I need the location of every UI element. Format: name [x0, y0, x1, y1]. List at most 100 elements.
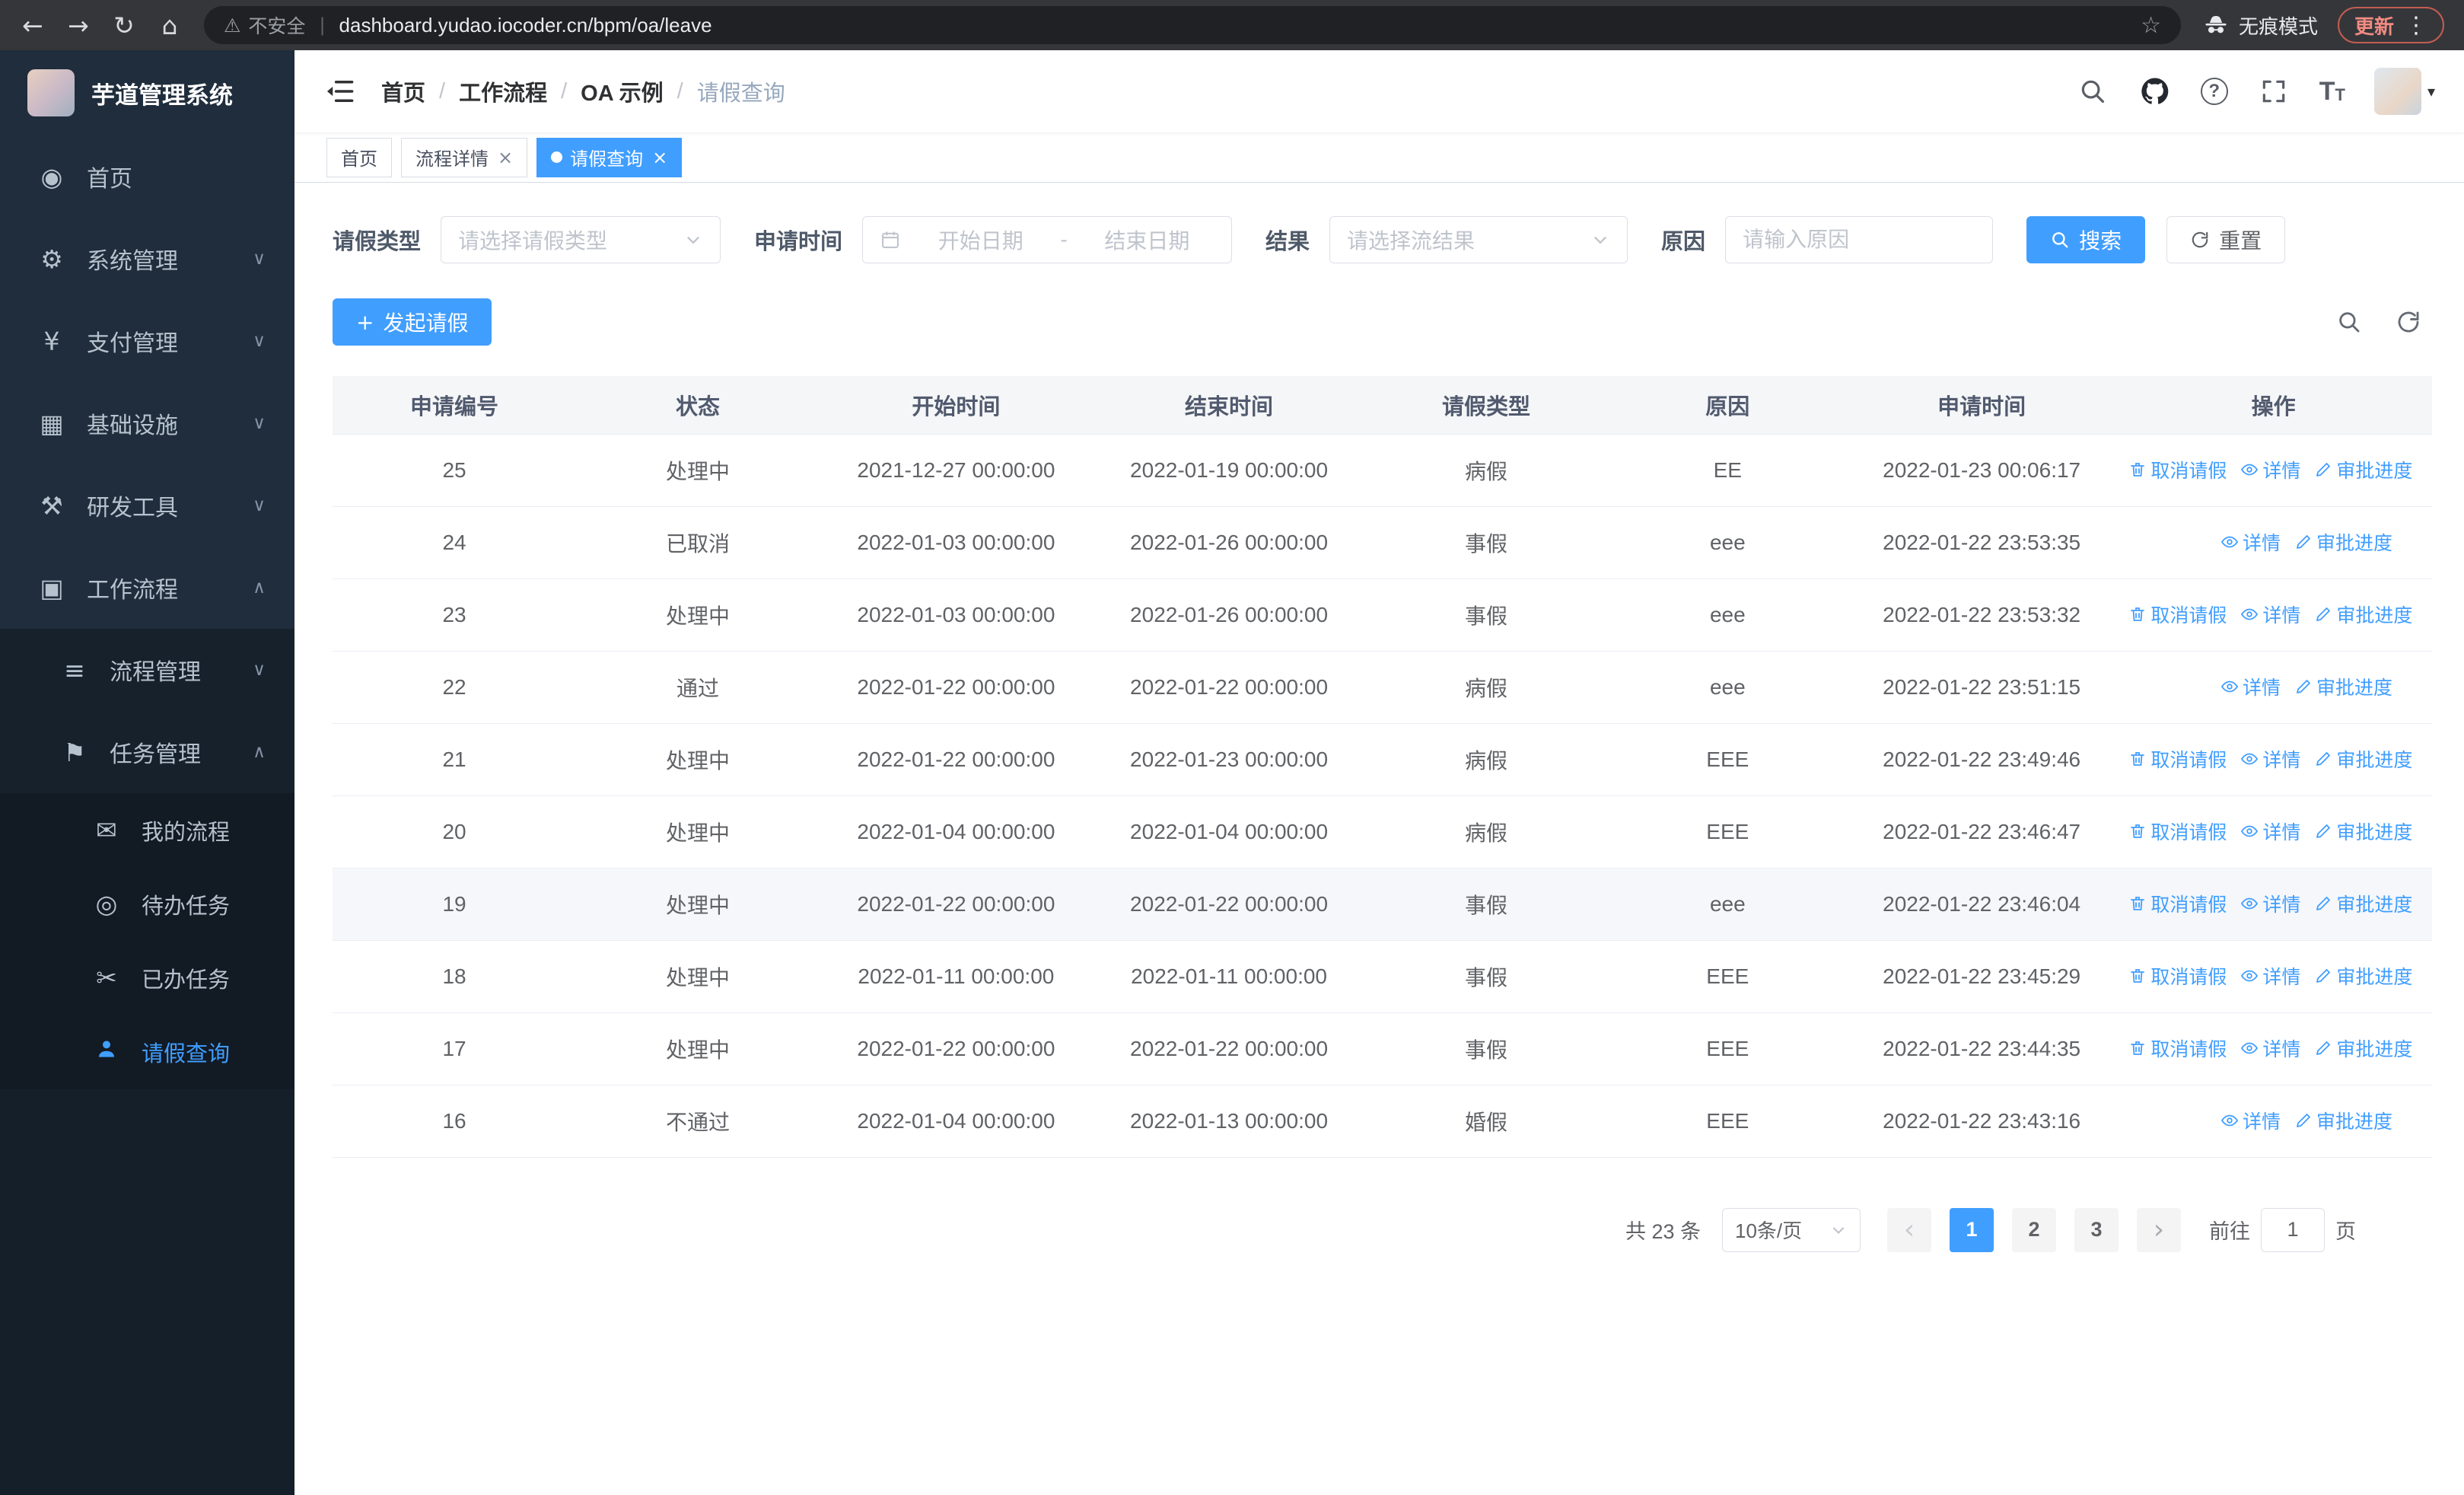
search-icon[interactable] [2076, 75, 2109, 108]
browser-reload-icon[interactable]: ↻ [103, 5, 145, 46]
create-leave-button[interactable]: + 发起请假 [333, 298, 492, 346]
browser-back-icon[interactable]: ← [12, 5, 53, 46]
browser-menu-icon[interactable]: ⋮ [2405, 12, 2427, 39]
start-date-placeholder[interactable]: 开始日期 [913, 225, 1048, 255]
sidebar-item-workflow[interactable]: ▣ 工作流程 ∧ [0, 547, 294, 629]
sidebar-item-leave-query[interactable]: 请假查询 [0, 1015, 294, 1089]
avatar[interactable] [2373, 68, 2421, 115]
eye-icon [2241, 1042, 2259, 1054]
detail-link[interactable]: 详情 [2240, 962, 2300, 990]
flag-icon: ⚑ [63, 737, 86, 767]
page-button-1[interactable]: 1 [1950, 1207, 1994, 1252]
col-status: 状态 [576, 376, 820, 435]
table-row: 18 处理中 2022-01-11 00:00:00 2022-01-11 00:00… [333, 940, 2432, 1013]
detail-link[interactable]: 详情 [2240, 1034, 2300, 1062]
collapse-sidebar-icon[interactable] [323, 75, 355, 107]
detail-link[interactable]: 详情 [2240, 745, 2300, 773]
browser-update-chip[interactable]: 更新 ⋮ [2337, 7, 2444, 43]
briefcase-icon: ▣ [40, 572, 64, 603]
cancel-leave-link[interactable]: 取消请假 [2128, 456, 2227, 483]
table-cell: eee [1606, 579, 1848, 652]
detail-link[interactable]: 详情 [2240, 890, 2300, 917]
font-size-icon[interactable]: TT [2319, 78, 2345, 104]
breadcrumb-home[interactable]: 首页 [381, 75, 425, 107]
table-cell: 2022-01-22 23:46:47 [1848, 795, 2115, 869]
cancel-leave-link[interactable]: 取消请假 [2128, 962, 2227, 990]
page-button-2[interactable]: 2 [2012, 1207, 2056, 1252]
sidebar-item-process-management[interactable]: ≡ 流程管理 ∨ [0, 629, 294, 711]
eye-icon: ◎ [95, 889, 118, 919]
close-icon[interactable]: × [652, 147, 667, 168]
page-size-select[interactable]: 10条/页 [1722, 1207, 1861, 1252]
sidebar-item-devtools[interactable]: ⚒ 研发工具 ∨ [0, 464, 294, 547]
approval-progress-link[interactable]: 审批进度 [2294, 528, 2392, 556]
url-text[interactable]: dashboard.yudao.iocoder.cn/bpm/oa/leave [339, 14, 712, 37]
cancel-leave-link[interactable]: 取消请假 [2128, 890, 2227, 917]
tab-leave-query[interactable]: 请假查询 × [536, 137, 683, 177]
approval-progress-link[interactable]: 审批进度 [2314, 601, 2412, 628]
leave-type-select[interactable]: 请选择请假类型 [441, 216, 721, 263]
approval-progress-link[interactable]: 审批进度 [2314, 890, 2412, 917]
close-icon[interactable]: × [498, 147, 513, 168]
breadcrumb-oa-example[interactable]: OA 示例 [581, 75, 663, 107]
detail-link[interactable]: 详情 [2240, 818, 2300, 845]
approval-progress-link[interactable]: 审批进度 [2314, 456, 2412, 483]
result-select[interactable]: 请选择流结果 [1329, 216, 1628, 263]
detail-link[interactable]: 详情 [2220, 673, 2281, 700]
help-icon[interactable]: ? [2200, 78, 2228, 105]
user-menu[interactable]: ▾ [2373, 68, 2435, 115]
app-logo[interactable]: 芋道管理系统 [0, 50, 294, 135]
search-button[interactable]: 搜索 [2026, 216, 2146, 263]
sidebar-item-my-process[interactable]: ✉ 我的流程 [0, 793, 294, 867]
end-date-placeholder[interactable]: 结束日期 [1080, 225, 1214, 255]
table-cell: 事假 [1365, 868, 1607, 941]
breadcrumb-workflow[interactable]: 工作流程 [459, 75, 547, 107]
update-label[interactable]: 更新 [2354, 11, 2394, 40]
page-button-3[interactable]: 3 [2074, 1207, 2119, 1252]
browser-forward-icon[interactable]: → [58, 5, 99, 46]
approval-progress-link[interactable]: 审批进度 [2314, 1034, 2412, 1062]
reset-button[interactable]: 重置 [2166, 216, 2286, 263]
detail-link[interactable]: 详情 [2220, 1107, 2281, 1134]
fullscreen-icon[interactable] [2257, 75, 2291, 108]
table-cell: 病假 [1365, 434, 1607, 507]
sidebar-item-label: 我的流程 [142, 820, 231, 845]
approval-progress-link[interactable]: 审批进度 [2294, 1107, 2392, 1134]
next-page-button[interactable]: › [2137, 1207, 2181, 1252]
detail-link[interactable]: 详情 [2220, 528, 2281, 556]
browser-home-icon[interactable]: ⌂ [149, 5, 190, 46]
approval-progress-link[interactable]: 审批进度 [2294, 673, 2392, 700]
address-bar[interactable]: ⚠ 不安全 | dashboard.yudao.iocoder.cn/bpm/o… [204, 6, 2181, 44]
sidebar-item-todo-tasks[interactable]: ◎ 待办任务 [0, 867, 294, 941]
sidebar-item-infrastructure[interactable]: ▦ 基础设施 ∨ [0, 382, 294, 464]
approval-progress-link[interactable]: 审批进度 [2314, 818, 2412, 845]
cancel-leave-link[interactable]: 取消请假 [2128, 1034, 2227, 1062]
sidebar-item-home[interactable]: ◉ 首页 [0, 135, 294, 218]
detail-link[interactable]: 详情 [2240, 456, 2300, 483]
goto-page-input[interactable] [2261, 1207, 2325, 1252]
table-cell: 2022-01-22 00:00:00 [1092, 1012, 1366, 1085]
sidebar-item-label: 请假查询 [142, 1041, 231, 1066]
security-warning-label[interactable]: 不安全 [248, 11, 305, 39]
sidebar-item-payment[interactable]: ¥ 支付管理 ∨ [0, 300, 294, 382]
cancel-leave-link[interactable]: 取消请假 [2128, 818, 2227, 845]
date-range-picker[interactable]: 开始日期 - 结束日期 [862, 216, 1233, 263]
cancel-leave-link[interactable]: 取消请假 [2128, 745, 2227, 773]
tab-home[interactable]: 首页 [326, 137, 392, 177]
show-search-icon[interactable] [2336, 309, 2362, 335]
detail-link[interactable]: 详情 [2240, 601, 2300, 628]
approval-progress-link[interactable]: 审批进度 [2314, 962, 2412, 990]
tab-process-detail[interactable]: 流程详情 × [401, 137, 528, 177]
sidebar-item-system[interactable]: ⚙ 系统管理 ∨ [0, 218, 294, 300]
sidebar-item-done-tasks[interactable]: ✂ 已办任务 [0, 941, 294, 1015]
chevron-down-icon: ∨ [253, 413, 266, 433]
bookmark-star-icon[interactable]: ☆ [2141, 12, 2161, 39]
refresh-table-icon[interactable] [2396, 309, 2421, 335]
cancel-leave-link[interactable]: 取消请假 [2128, 601, 2227, 628]
github-icon[interactable] [2138, 75, 2172, 108]
sidebar-item-task-management[interactable]: ⚑ 任务管理 ∧ [0, 711, 294, 793]
sidebar-filler [0, 1089, 294, 1495]
prev-page-button[interactable]: ‹ [1887, 1207, 1931, 1252]
approval-progress-link[interactable]: 审批进度 [2314, 745, 2412, 773]
reason-input[interactable] [1726, 217, 1993, 263]
